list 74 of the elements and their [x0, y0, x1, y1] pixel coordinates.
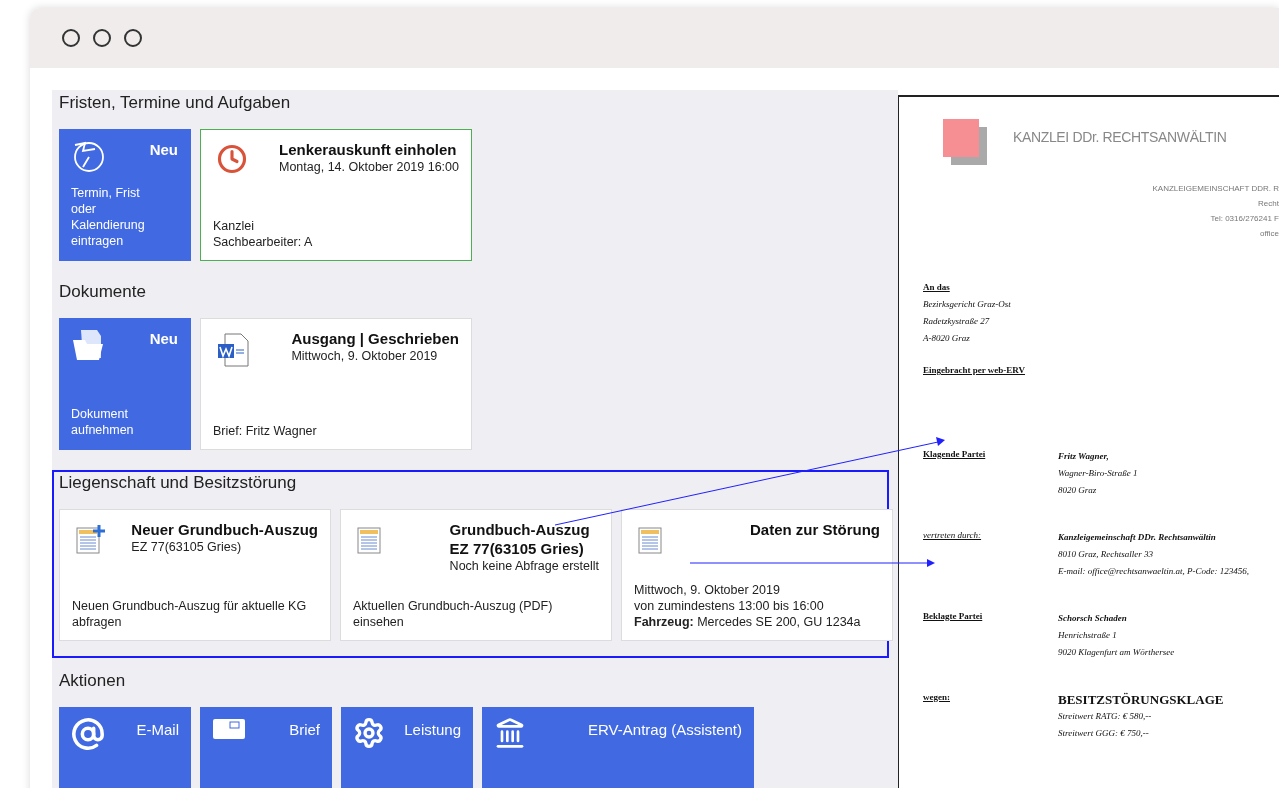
action-tile[interactable]: Brief	[200, 707, 332, 788]
action-tile[interactable]: E-Mail	[59, 707, 191, 788]
gear-icon	[353, 717, 385, 749]
party-line: Wagner-Biro-Straße 1	[1058, 466, 1138, 480]
card-text: Mittwoch, 9. Oktober 2019	[634, 582, 781, 598]
party-label: Beklagte Partei	[923, 609, 984, 623]
sender-line: Recht	[1258, 198, 1279, 210]
section-heading: Dokumente	[59, 281, 147, 303]
calendar-swirl-icon	[71, 139, 105, 173]
letterhead-title: KANZLEI DDr. RECHTSANWÄLTIN	[1013, 128, 1227, 147]
action-tile[interactable]: Leistung	[341, 707, 473, 788]
party-label: vertreten durch:	[923, 528, 983, 542]
card-text: von zumindestens 13:00 bis 16:00	[634, 598, 825, 614]
card-subtitle: Noch keine Abfrage erstellt	[449, 558, 599, 574]
section-heading: Liegenschaft und Besitzstörung	[59, 472, 298, 494]
recipient-line: Bezirksgericht Graz-Ost	[923, 298, 1012, 311]
card-text: Aktuellen Grundbuch-Auszug (PDF) einsehen	[353, 598, 554, 630]
sender-line: office	[1260, 228, 1279, 240]
tile-title: Neu	[149, 140, 178, 160]
info-card[interactable]: Lenkerauskunft einholen Montag, 14. Oktober 2019 16:00 Kanzlei Sachbearbeiter: A	[200, 129, 472, 261]
filing-note: Eingebracht per web-ERV	[923, 364, 1026, 377]
party-name: Fritz Wagner,	[1058, 449, 1110, 463]
card-text: Kanzlei	[213, 218, 255, 234]
card-title: Neuer Grundbuch-Auszug	[131, 520, 318, 539]
new-tile[interactable]: Neu Termin, Frist oder Kalendierung eintragen	[59, 129, 191, 261]
card-subtitle: EZ 77(63105 Gries)	[131, 539, 243, 555]
info-card[interactable]: Grundbuch-Auszug EZ 77(63105 Gries) Noch keine Abfrage erstellt Aktuellen Grundbuch-Auszug (PDF) einsehen	[340, 509, 612, 641]
recipient-label: An das	[923, 281, 951, 294]
party-line: 9020 Klagenfurt am Wörthersee	[1058, 645, 1175, 659]
word-document-icon	[217, 333, 249, 367]
party-line: 8020 Graz	[1058, 483, 1098, 497]
building-icon	[494, 717, 526, 749]
party-label: Klagende Partei	[923, 447, 987, 461]
party-name: BESITZSTÖRUNGSKLAGE	[1058, 690, 1224, 708]
window-control-icon[interactable]	[62, 29, 80, 47]
clock-icon	[217, 144, 247, 174]
party-name: Schorsch Schaden	[1058, 611, 1128, 625]
card-title: Ausgang | Geschrieben	[291, 329, 459, 348]
tile-caption: Termin, Frist oder Kalendierung eintragen	[71, 185, 146, 249]
party-name: Kanzleigemeinschaft DDr. Rechtsanwältin	[1058, 530, 1217, 544]
recipient-line: Radetzkystraße 27	[923, 315, 991, 328]
party-line: E-mail: office@rechtsanwaeltin.at, P-Code: 123456,	[1058, 564, 1249, 578]
document-add-icon	[76, 524, 106, 554]
card-text: Neuen Grundbuch-Auszug für aktuelle KG abfragen	[72, 598, 308, 630]
recipient-line: A-8020 Graz	[923, 332, 971, 345]
party-label: wegen:	[923, 690, 951, 704]
party-line: 8010 Graz, Rechtsaller 33	[1058, 547, 1154, 561]
party-line: Henrichstraße 1	[1058, 628, 1118, 642]
new-tile[interactable]: Neu Dokument aufnehmen	[59, 318, 191, 450]
sender-line: Tel: 0316/276241 F	[1210, 213, 1279, 225]
card-title: Lenkerauskunft einholen	[279, 140, 458, 159]
tile-title: Neu	[149, 329, 178, 349]
card-text: Sachbearbeiter: A	[213, 234, 314, 250]
info-card[interactable]: Neuer Grundbuch-Auszug EZ 77(63105 Gries) Neuen Grundbuch-Auszug für aktuelle KG abfragen	[59, 509, 331, 641]
party-line: Streitwert GGG: € 750,--	[1058, 726, 1150, 740]
at-sign-icon	[71, 717, 105, 751]
envelope-icon	[212, 717, 246, 741]
card-subtitle: Montag, 14. Oktober 2019 16:00	[279, 159, 459, 175]
window-control-icon[interactable]	[124, 29, 142, 47]
card-title: Daten zur Störung	[750, 520, 880, 539]
info-card[interactable]: Daten zur Störung Mittwoch, 9. Oktober 2019 von zumindestens 13:00 bis 16:00 Fahrzeug: Mercedes SE 200, GU 1234a	[621, 509, 893, 641]
section-heading: Aktionen	[59, 670, 127, 692]
section-heading: Fristen, Termine und Aufgaben	[59, 92, 292, 114]
party-line: Streitwert RATG: € 580,--	[1058, 709, 1153, 723]
card-subtitle: Mittwoch, 9. Oktober 2019	[291, 348, 439, 364]
card-text: Brief: Fritz Wagner	[213, 423, 318, 439]
tile-caption: Dokument aufnehmen	[71, 406, 135, 438]
info-card[interactable]: Ausgang | Geschrieben Mittwoch, 9. Oktober 2019 Brief: Fritz Wagner	[200, 318, 472, 450]
card-text: Fahrzeug: Mercedes SE 200, GU 1234a	[634, 614, 862, 630]
card-title: Grundbuch-Auszug	[449, 520, 591, 539]
window-control-icon[interactable]	[93, 29, 111, 47]
card-title: EZ 77(63105 Gries)	[449, 539, 585, 558]
action-tile[interactable]: ERV-Antrag (Assistent)	[482, 707, 754, 788]
sender-line: KANZLEIGEMEINSCHAFT DDR. R	[1152, 183, 1279, 195]
